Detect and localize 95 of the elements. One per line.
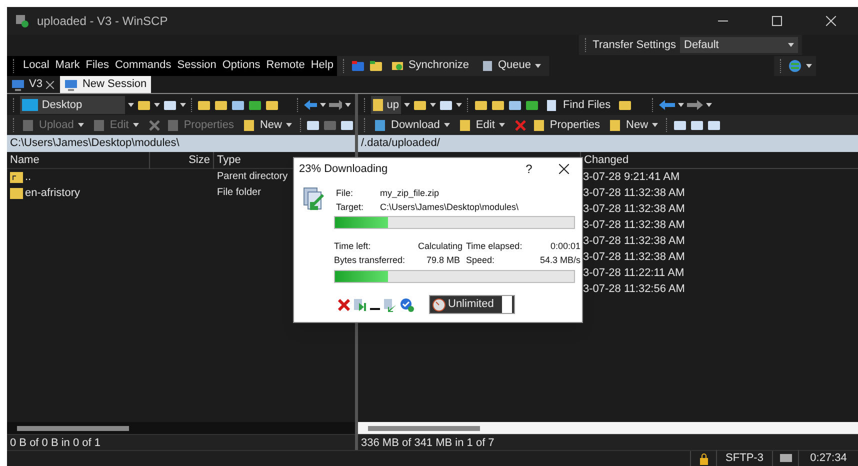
transfer-settings-dropdown[interactable]: Default (680, 37, 798, 53)
column-header[interactable]: Name (7, 152, 150, 168)
caret-icon[interactable] (806, 64, 812, 68)
close-icon[interactable] (559, 164, 569, 174)
caret-icon[interactable] (320, 103, 326, 107)
sync-folder-icon[interactable] (391, 59, 404, 72)
stat-value: 79.8 MB (425, 254, 461, 267)
back-icon[interactable] (658, 100, 675, 110)
caret-icon[interactable] (498, 123, 505, 127)
target-label: Target: (336, 201, 365, 214)
back-icon[interactable] (304, 100, 317, 110)
session-time: 0:27:34 (798, 450, 858, 466)
stat-value: 0:00:01 (550, 240, 581, 253)
forward-icon[interactable] (686, 100, 703, 110)
menu-item[interactable]: Files (86, 57, 109, 74)
caret-icon[interactable] (404, 103, 410, 107)
globe-icon[interactable] (788, 58, 802, 72)
menu-item[interactable]: Local (23, 57, 50, 74)
file-name[interactable]: en-afristory (7, 185, 150, 201)
caret-icon[interactable] (652, 123, 658, 127)
lock-icon (698, 452, 708, 464)
modified-date: 3-07-28 11:32:38 AM (582, 202, 686, 217)
modified-date: 3-07-28 11:22:11 AM (582, 266, 686, 281)
toolbar-button[interactable]: Synchronize (387, 57, 473, 74)
modified-date: 3-07-28 11:32:38 AM (582, 186, 686, 201)
stat-label: Bytes transferred: (334, 254, 406, 267)
speedometer-icon[interactable] (432, 298, 446, 312)
location-dropdown[interactable]: Desktop (20, 96, 125, 114)
menu-item[interactable]: Remote (266, 57, 305, 74)
target-path: C:\Users\James\Desktop\modules\ (380, 201, 519, 214)
file-name: my_zip_file.zip (380, 187, 440, 200)
stat-value: 54.3 MB/s (540, 254, 581, 267)
caret-icon[interactable] (535, 64, 542, 68)
speed-limit-dropdown[interactable]: Unlimited (429, 295, 515, 314)
help-button[interactable]: ? (519, 160, 539, 178)
caret-icon[interactable] (344, 103, 351, 107)
menu-item[interactable]: Help (310, 57, 334, 74)
caret-icon[interactable] (788, 43, 794, 47)
stat-label: Time left: (334, 240, 372, 253)
stat-value: Calculating (418, 240, 464, 253)
location-dropdown[interactable]: up (371, 96, 401, 114)
protocol-status: SFTP-3 (716, 450, 772, 466)
file-type: File folder (216, 186, 262, 200)
app-icon (15, 14, 29, 28)
file-name[interactable]: .. (7, 169, 150, 185)
caret-icon[interactable] (286, 123, 292, 127)
menu-item[interactable]: Mark (55, 57, 80, 74)
download-files-icon (302, 186, 326, 212)
dialog-title: 23% Downloading (299, 162, 389, 177)
cancel-icon[interactable] (338, 298, 350, 310)
panel-status: 336 MB of 341 MB in 1 of 7 (358, 434, 858, 450)
folder-icon (10, 188, 23, 198)
check-icon[interactable] (400, 298, 414, 312)
delete-icon[interactable] (514, 118, 527, 132)
toolbar-button[interactable]: New (240, 116, 295, 134)
stat-label: Time elapsed: (466, 240, 524, 253)
file-label: File: (336, 187, 354, 200)
caret-icon[interactable] (678, 103, 684, 107)
path-bar[interactable]: /.data/uploaded/ (358, 135, 858, 152)
toolbar-button[interactable]: Edit (456, 116, 508, 134)
file-type: Parent directory (216, 170, 289, 184)
modified-date: 3-07-28 11:32:38 AM (582, 250, 686, 265)
delete-icon[interactable] (148, 118, 161, 132)
column-header[interactable]: Size (150, 152, 214, 168)
path-bar[interactable]: C:\Users\James\Desktop\modules\ (7, 135, 355, 152)
menu-item[interactable]: Options (222, 57, 260, 74)
caret-icon[interactable] (128, 103, 134, 107)
maximize-icon[interactable] (772, 16, 782, 26)
caret-icon[interactable] (444, 123, 450, 127)
modified-date: 3-07-28 11:32:56 AM (582, 282, 686, 297)
caret-icon[interactable] (154, 103, 160, 107)
menu-item[interactable]: Session (177, 57, 216, 74)
caret-icon[interactable] (180, 103, 186, 107)
toolbar-button[interactable]: New (606, 116, 662, 134)
scrollbar-thumb[interactable] (17, 426, 129, 430)
toolbar-button[interactable]: Queue (477, 57, 546, 74)
close-icon[interactable] (46, 80, 54, 88)
caret-icon[interactable] (706, 103, 712, 107)
find-files-button[interactable]: Find Files (542, 96, 615, 114)
scrollbar-thumb[interactable] (368, 426, 480, 430)
caret-icon[interactable] (456, 103, 462, 107)
modified-date: 3-07-28 11:32:38 AM (582, 234, 686, 249)
toolbar-button[interactable]: Download (371, 116, 453, 134)
desktop-icon[interactable] (22, 99, 38, 111)
modified-date: 3-07-28 9:21:41 AM (582, 170, 681, 185)
caret-icon[interactable] (430, 103, 436, 107)
menu-item[interactable]: Commands (114, 57, 172, 74)
window-title: uploaded - V3 - WinSCP (37, 13, 169, 30)
toolbar-button[interactable]: Properties (530, 116, 604, 134)
session-tab[interactable]: New Session (60, 76, 151, 93)
stat-label: Speed: (466, 254, 496, 267)
transfer-settings-label: Transfer Settings (592, 38, 676, 53)
forward-icon[interactable] (328, 100, 342, 110)
modified-date: 3-07-28 11:32:38 AM (582, 218, 686, 233)
panel-status: 0 B of 0 B in 0 of 1 (7, 434, 355, 450)
